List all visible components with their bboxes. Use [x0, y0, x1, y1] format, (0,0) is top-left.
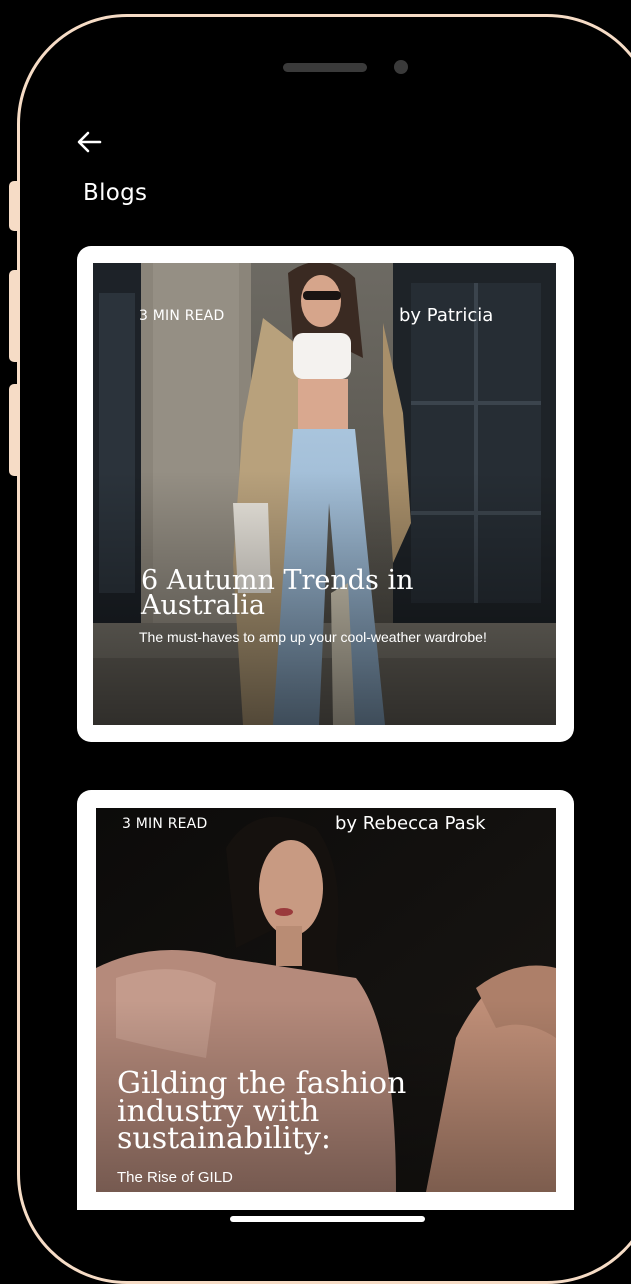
author-label: by Rebecca Pask — [335, 813, 486, 834]
back-button[interactable] — [74, 126, 106, 158]
page-title: Blogs — [83, 180, 148, 206]
cover-photo-illustration — [93, 263, 556, 725]
home-indicator[interactable] — [230, 1216, 425, 1222]
author-label: by Patricia — [399, 305, 494, 326]
blog-title: 6 Autumn Trends in Australia — [141, 565, 414, 621]
blog-cover-image: 3 MIN READ by Rebecca Pask Gilding the f… — [96, 808, 556, 1192]
speaker-icon — [283, 63, 367, 72]
read-time-label: 3 MIN READ — [122, 816, 208, 832]
arrow-left-icon — [77, 131, 102, 153]
camera-icon — [394, 60, 408, 74]
blog-title: Gilding the fashion industry with sustai… — [117, 1066, 407, 1157]
blog-subtitle: The Rise of GILD — [117, 1169, 233, 1186]
blog-subtitle: The must-haves to amp up your cool-weath… — [139, 629, 487, 645]
blog-cover-image: 3 MIN READ by Patricia 6 Autumn Trends i… — [93, 263, 556, 725]
blog-card[interactable]: 3 MIN READ by Rebecca Pask Gilding the f… — [77, 790, 574, 1210]
read-time-label: 3 MIN READ — [139, 308, 225, 324]
blog-card[interactable]: 3 MIN READ by Patricia 6 Autumn Trends i… — [77, 246, 574, 742]
